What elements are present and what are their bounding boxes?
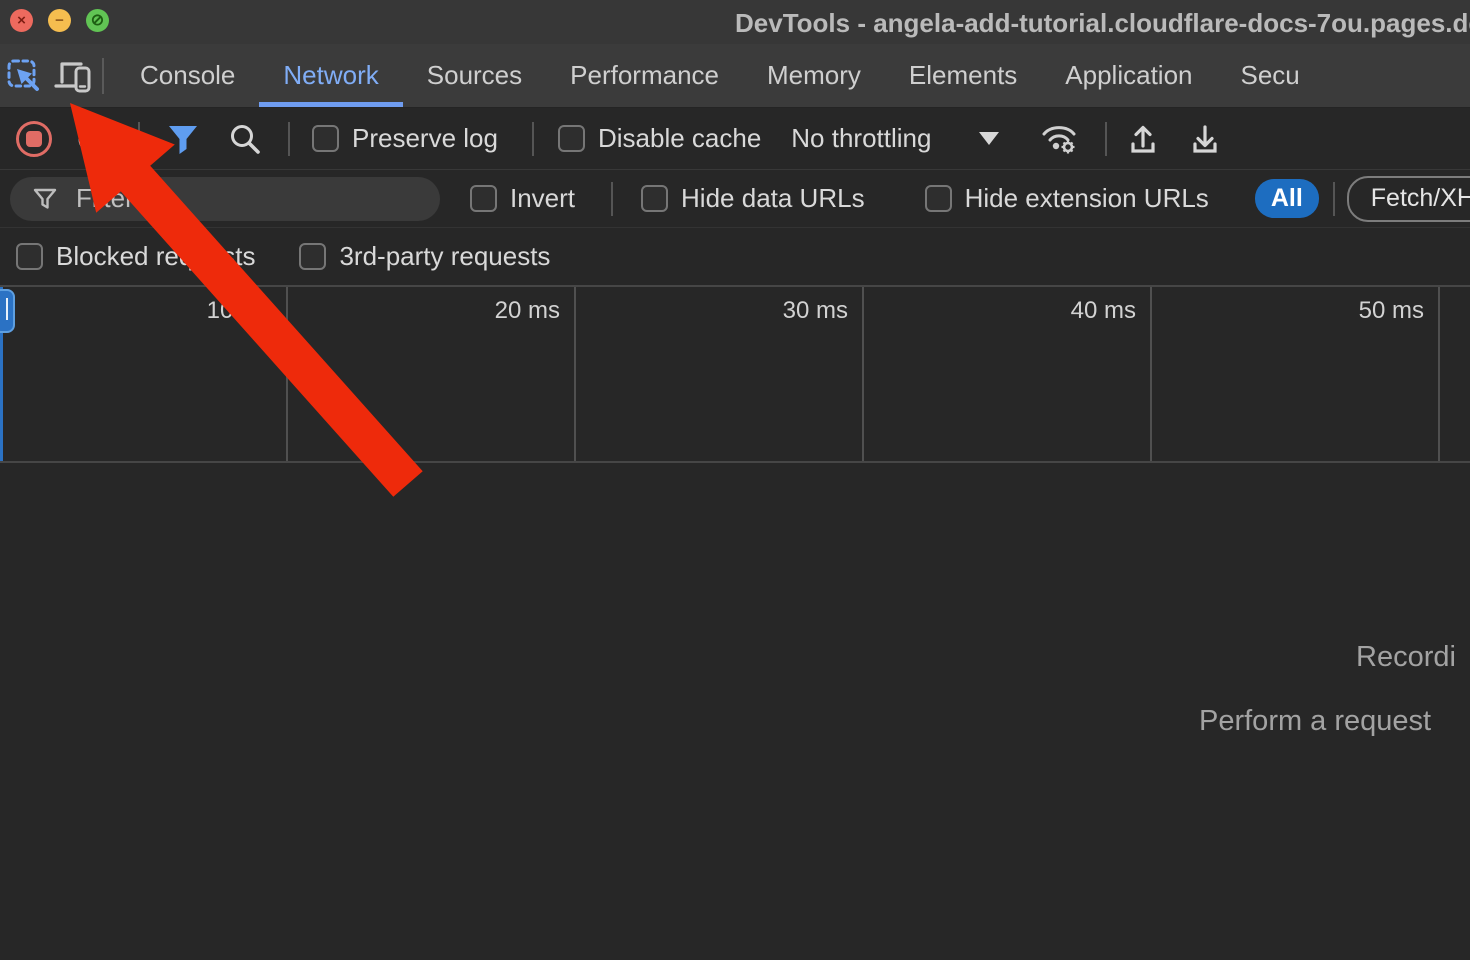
tab-elements[interactable]: Elements <box>885 44 1041 107</box>
filterbar-separator <box>611 182 613 216</box>
disable-cache-label: Disable cache <box>598 123 761 154</box>
filter-input[interactable] <box>74 182 378 215</box>
invert-checkbox[interactable]: Invert <box>470 183 575 214</box>
filter-funnel-outline-icon <box>32 187 58 211</box>
network-conditions-icon[interactable] <box>1039 122 1079 156</box>
timeline-tick: 20 ms <box>288 287 576 461</box>
third-party-requests-label: 3rd-party requests <box>339 241 550 272</box>
network-filter-bar: Invert Hide data URLs Hide extension URL… <box>0 170 1470 228</box>
blocked-requests-checkbox[interactable]: Blocked requests <box>16 241 255 272</box>
device-toolbar-icon <box>51 57 93 95</box>
tabbar-separator <box>102 58 104 94</box>
tab-sources[interactable]: Sources <box>403 44 546 107</box>
tab-memory[interactable]: Memory <box>743 44 885 107</box>
devtools-tabbar: Console Network Sources Performance Memo… <box>0 44 1470 108</box>
minimize-window-button[interactable]: − <box>48 9 71 32</box>
request-type-fetch-xhr-button[interactable]: Fetch/XHR <box>1347 176 1470 222</box>
timeline-tick: 30 ms <box>576 287 864 461</box>
blocked-requests-label: Blocked requests <box>56 241 255 272</box>
preserve-log-checkbox[interactable]: Preserve log <box>312 123 498 154</box>
timeline-left-resize-handle[interactable] <box>0 289 15 333</box>
search-icon[interactable] <box>228 122 262 156</box>
devtools-window: × − ⊘ DevTools - angela-add-tutorial.clo… <box>0 0 1470 960</box>
throttling-dropdown-caret[interactable] <box>979 132 999 145</box>
checkbox-box <box>558 125 585 152</box>
checkbox-box <box>470 185 497 212</box>
timeline-tick: 40 ms <box>864 287 1152 461</box>
hide-data-urls-checkbox[interactable]: Hide data URLs <box>641 183 865 214</box>
request-type-all-button[interactable]: All <box>1255 179 1319 218</box>
export-har-download-icon[interactable] <box>1187 121 1223 157</box>
invert-label: Invert <box>510 183 575 214</box>
toolbar-separator <box>288 122 290 156</box>
perform-request-hint-text: Perform a request <box>1199 705 1431 738</box>
zoom-window-button[interactable]: ⊘ <box>86 9 109 32</box>
record-network-log-button[interactable] <box>16 121 52 157</box>
tab-network[interactable]: Network <box>259 44 402 107</box>
inspect-element-button[interactable] <box>0 50 48 102</box>
checkbox-box <box>299 243 326 270</box>
hide-data-urls-label: Hide data URLs <box>681 183 865 214</box>
tab-application[interactable]: Application <box>1041 44 1216 107</box>
network-toolbar: Preserve log Disable cache No throttling <box>0 108 1470 170</box>
close-window-button[interactable]: × <box>10 9 33 32</box>
checkbox-box <box>925 185 952 212</box>
disable-cache-checkbox[interactable]: Disable cache <box>558 123 761 154</box>
filterbar-separator <box>1333 182 1335 216</box>
toolbar-separator <box>138 122 140 156</box>
inspect-element-icon <box>5 57 43 95</box>
filter-input-pill[interactable] <box>10 177 440 221</box>
filter-funnel-icon[interactable] <box>166 123 200 155</box>
tab-console[interactable]: Console <box>116 44 259 107</box>
hide-extension-urls-label: Hide extension URLs <box>965 183 1209 214</box>
throttling-dropdown[interactable]: No throttling <box>791 123 931 154</box>
titlebar: × − ⊘ DevTools - angela-add-tutorial.clo… <box>0 0 1470 44</box>
checkbox-box <box>16 243 43 270</box>
clear-network-log-icon[interactable] <box>76 122 110 156</box>
checkbox-box <box>312 125 339 152</box>
preserve-log-label: Preserve log <box>352 123 498 154</box>
network-overview-timeline[interactable]: 10 ms 20 ms 30 ms 40 ms 50 ms <box>0 285 1470 463</box>
hide-extension-urls-checkbox[interactable]: Hide extension URLs <box>925 183 1209 214</box>
timeline-tick: 50 ms <box>1152 287 1440 461</box>
toolbar-separator <box>532 122 534 156</box>
third-party-requests-checkbox[interactable]: 3rd-party requests <box>299 241 550 272</box>
toolbar-separator <box>1105 122 1107 156</box>
recording-hint-text: Recordi <box>1356 641 1456 674</box>
tab-security[interactable]: Secu <box>1217 44 1324 107</box>
tab-performance[interactable]: Performance <box>546 44 743 107</box>
request-filters-row: Blocked requests 3rd-party requests <box>0 228 1470 285</box>
toggle-device-toolbar-button[interactable] <box>48 50 96 102</box>
window-controls: × − ⊘ <box>10 9 109 32</box>
window-title: DevTools - angela-add-tutorial.cloudflar… <box>735 8 1470 39</box>
checkbox-box <box>641 185 668 212</box>
timeline-tick: 10 ms <box>0 287 288 461</box>
import-har-upload-icon[interactable] <box>1125 121 1161 157</box>
